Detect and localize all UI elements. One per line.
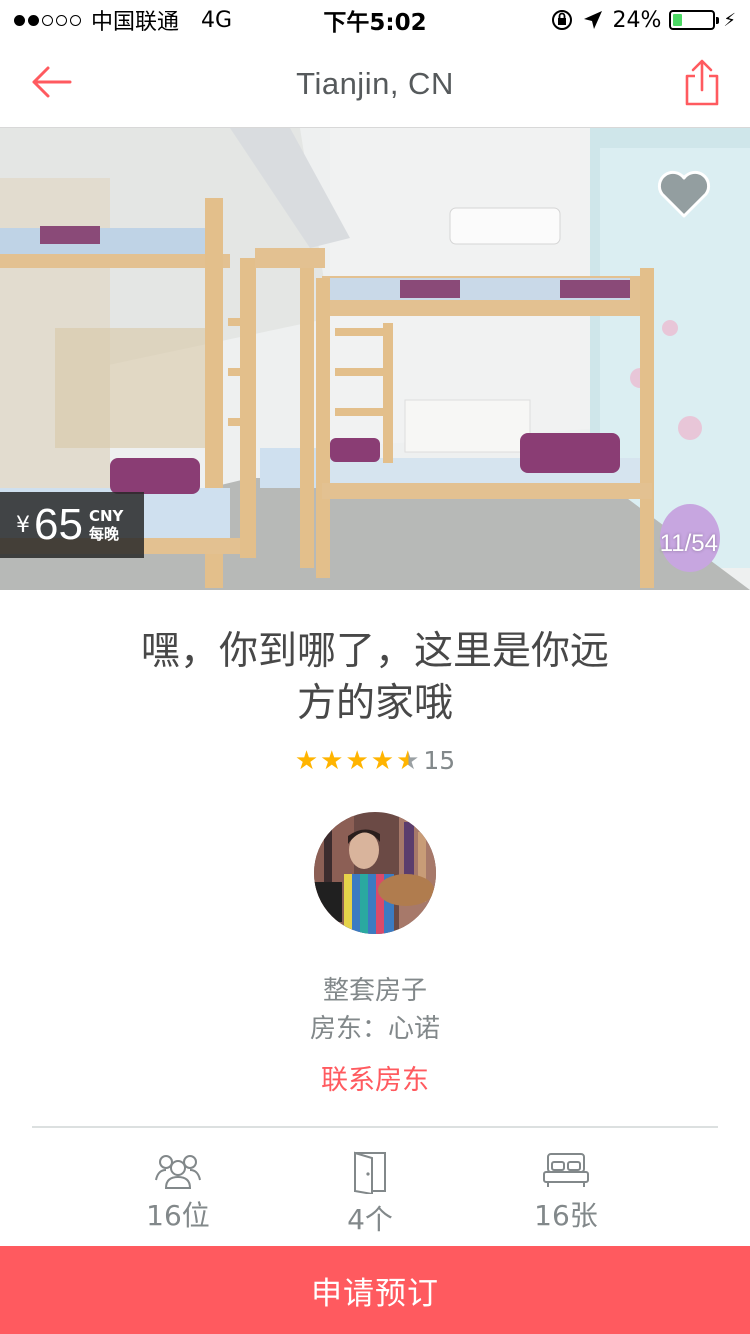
star-icon: ★ bbox=[320, 745, 344, 776]
host-avatar[interactable] bbox=[314, 812, 436, 934]
nav-bar: Tianjin, CN bbox=[0, 40, 750, 128]
review-count: 15 bbox=[423, 746, 456, 775]
host-photo bbox=[314, 812, 436, 934]
price-tag: ¥ 65 CNY 每晚 bbox=[0, 492, 144, 558]
photo-counter: 11/54 bbox=[659, 530, 718, 557]
bed-icon bbox=[543, 1153, 589, 1187]
guests-icon bbox=[155, 1155, 201, 1189]
section-divider bbox=[32, 1126, 718, 1128]
request-booking-button[interactable]: 申请预订 bbox=[0, 1246, 750, 1334]
amenity-bedrooms: 4个 bbox=[295, 1150, 445, 1238]
amenity-guests-label: 16位 bbox=[146, 1199, 210, 1232]
status-left: 中国联通 4G bbox=[14, 4, 232, 36]
page-title: Tianjin, CN bbox=[296, 65, 454, 101]
contact-host-link[interactable]: 联系房东 bbox=[0, 1058, 750, 1097]
amenity-guests: 16位 bbox=[103, 1150, 253, 1234]
back-arrow-icon[interactable] bbox=[28, 62, 74, 102]
battery-level bbox=[673, 14, 683, 26]
listing-title-line-1: 嘿，你到哪了，这里是你远 bbox=[140, 629, 609, 674]
share-icon[interactable] bbox=[682, 58, 722, 108]
battery-percent: 24% bbox=[612, 7, 662, 33]
signal-strength-icon bbox=[14, 14, 81, 26]
host-name: 房东：心诺 bbox=[309, 1014, 440, 1044]
price-meta: CNY 每晚 bbox=[89, 507, 123, 543]
amenities-row: 16位 4个 16张 bbox=[0, 1150, 750, 1250]
status-bar: 中国联通 4G 下午5:02 24% ⚡ bbox=[0, 0, 750, 40]
network-type: 4G bbox=[201, 7, 233, 33]
listing-title-line-2: 方的家哦 bbox=[296, 681, 453, 726]
half-star-icon: ★ bbox=[396, 745, 420, 776]
nightly-price: 65 bbox=[34, 500, 83, 549]
charging-bolt-icon: ⚡ bbox=[723, 9, 736, 31]
currency-symbol: ¥ bbox=[16, 512, 30, 538]
currency-code: CNY bbox=[88, 507, 124, 525]
battery-icon bbox=[669, 10, 720, 30]
star-icon: ★ bbox=[370, 745, 395, 776]
star-icon: ★ bbox=[345, 745, 369, 776]
star-rating[interactable]: ★ ★ ★ ★ ★ 15 bbox=[0, 746, 750, 775]
amenity-beds: 16张 bbox=[491, 1150, 641, 1234]
heart-icon[interactable] bbox=[656, 168, 712, 220]
location-arrow-icon bbox=[584, 11, 603, 29]
room-type: 整套房子 bbox=[322, 976, 427, 1006]
rotation-lock-icon bbox=[552, 10, 573, 30]
amenity-beds-label: 16张 bbox=[534, 1199, 598, 1232]
price-period: 每晚 bbox=[88, 525, 119, 543]
listing-title: 嘿，你到哪了，这里是你远 方的家哦 bbox=[90, 626, 660, 730]
status-right: 24% ⚡ bbox=[550, 8, 736, 33]
carrier-name: 中国联通 bbox=[91, 10, 180, 35]
listing-photo-carousel[interactable]: ¥ 65 CNY 每晚 11/54 bbox=[0, 128, 750, 590]
door-icon bbox=[354, 1151, 386, 1194]
amenity-bedrooms-label: 4个 bbox=[347, 1203, 393, 1236]
star-icon: ★ bbox=[294, 745, 319, 776]
